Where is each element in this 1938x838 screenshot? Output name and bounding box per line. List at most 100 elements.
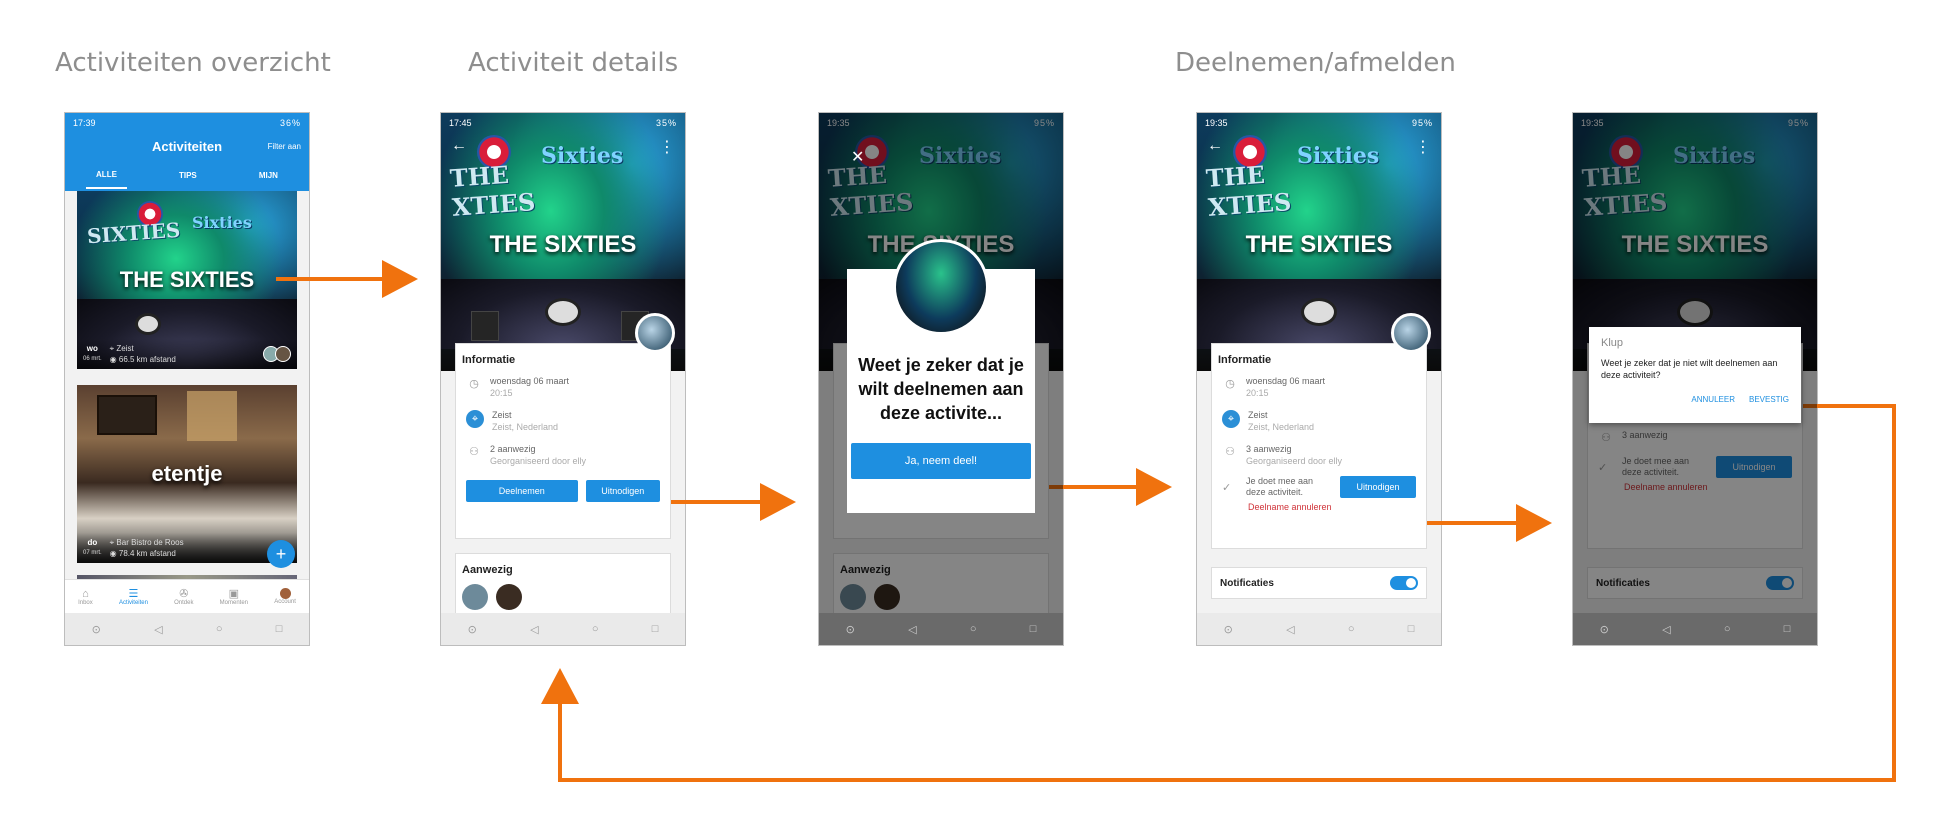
dialog-event-image: [893, 239, 989, 335]
home-circle-icon[interactable]: ○: [216, 623, 223, 635]
invite-button[interactable]: Uitnodigen: [585, 480, 660, 502]
dialog-message: Weet je zeker dat je niet wilt deelnemen…: [1601, 358, 1778, 380]
recents-icon[interactable]: □: [652, 623, 659, 635]
card-meta: wo 06 mrt. ⌖ Zeist ◉ 66.5 km afstand: [77, 339, 297, 369]
add-activity-fab[interactable]: +: [267, 540, 295, 568]
back-icon[interactable]: ◁: [154, 623, 162, 636]
info-place: Zeist: [1248, 410, 1268, 420]
recents-icon[interactable]: □: [1408, 623, 1415, 635]
list-icon: ☰: [128, 588, 139, 600]
invite-button[interactable]: Uitnodigen: [1340, 476, 1416, 498]
join-button[interactable]: Deelnemen: [466, 480, 578, 502]
back-icon[interactable]: ◁: [530, 623, 538, 636]
card-meta: do 07 mrt. ⌖ Bar Bistro de Roos ◉ 78.4 k…: [77, 533, 297, 563]
dialog-confirm-button[interactable]: BEVESTIG: [1749, 395, 1789, 404]
back-icon[interactable]: ◁: [908, 623, 916, 636]
photo-icon: ▣: [228, 588, 240, 600]
appbar-title: Activiteiten: [151, 138, 223, 154]
avatar[interactable]: [462, 584, 488, 610]
discover-icon: ✇: [179, 588, 189, 600]
home-circle-icon[interactable]: ○: [1724, 623, 1731, 635]
recents-icon[interactable]: □: [276, 623, 283, 635]
status-battery: 95%: [1411, 117, 1433, 128]
clock-icon: ◷: [469, 378, 479, 390]
info-date: woensdag 06 maart: [490, 376, 570, 386]
back-icon[interactable]: ◁: [1662, 623, 1670, 636]
card-date: 07 mrt.: [83, 550, 102, 556]
notifications-label: Notificaties: [1220, 577, 1274, 589]
avatar[interactable]: [496, 584, 522, 610]
info-date: woensdag 06 maart: [1246, 376, 1326, 386]
home-circle-icon[interactable]: ○: [1348, 623, 1355, 635]
tab-tips[interactable]: TIPS: [169, 163, 207, 188]
location-pin-icon[interactable]: ⌖: [466, 410, 484, 428]
location-pin-icon[interactable]: ⌖: [1222, 410, 1240, 428]
card-place: Bar Bistro de Roos: [116, 538, 184, 547]
assistant-icon[interactable]: ⊙: [1600, 623, 1609, 636]
people-icon: ⚇: [1225, 446, 1235, 458]
dialog-cancel-button[interactable]: ANNULEER: [1691, 395, 1735, 404]
card-place: Zeist: [116, 344, 134, 353]
organizer-avatar: [1391, 313, 1431, 353]
phone-joined: THE XTIES Sixties THE SIXTIES 19:35 95% ←…: [1196, 112, 1442, 646]
filter-button[interactable]: Filter aan: [268, 142, 301, 151]
info-title: Informatie: [462, 354, 516, 366]
recents-icon[interactable]: □: [1784, 623, 1791, 635]
card-title: THE SIXTIES: [119, 267, 255, 292]
phone-confirm-join: THE XTIES Sixties THE SIXTIES 19:35 95% A…: [818, 112, 1064, 646]
status-bar: 19:35 95%: [1197, 113, 1441, 132]
people-icon: ⚇: [469, 446, 479, 458]
confirm-join-button[interactable]: Ja, neem deel!: [851, 443, 1031, 479]
info-place: Zeist: [492, 410, 512, 420]
info-card: Informatie ◷ woensdag 06 maart 20:15 ⌖ Zeis…: [455, 343, 671, 539]
info-attendees: 2 aanwezig: [490, 444, 536, 454]
phone-overview: 17:39 36% Activiteiten Filter aan ALLE T…: [64, 112, 310, 646]
info-organizer: Georganiseerd door elly: [490, 456, 587, 466]
activity-card-etentje[interactable]: etentje do 07 mrt. ⌖ Bar Bistro de Roos …: [77, 385, 297, 563]
restaurant-image-window: [187, 391, 237, 441]
back-arrow-icon[interactable]: ←: [451, 137, 467, 157]
cancel-participation-link[interactable]: Deelname annuleren: [1212, 502, 1426, 512]
nav-ontdek[interactable]: ✇ Ontdek: [174, 587, 193, 606]
compass-icon: ◉: [109, 355, 117, 364]
activity-card-sixties[interactable]: SIXTIES Sixties THE SIXTIES wo 06 mrt. ⌖…: [77, 191, 297, 369]
heading-details: Activiteit details: [468, 48, 679, 78]
dialog-app-name: Klup: [1601, 337, 1624, 349]
back-arrow-icon[interactable]: ←: [1207, 137, 1223, 157]
card-date: 06 mrt.: [83, 356, 102, 362]
nav-activiteiten[interactable]: ☰ Activiteiten: [119, 587, 148, 606]
check-icon: ✓: [1222, 481, 1232, 494]
recents-icon[interactable]: □: [1030, 623, 1037, 635]
heading-join: Deelnemen/afmelden: [1175, 48, 1456, 78]
tab-mijn[interactable]: MIJN: [249, 163, 288, 188]
info-organizer: Georganiseerd door elly: [1246, 456, 1343, 466]
home-circle-icon[interactable]: ○: [592, 623, 599, 635]
notifications-toggle[interactable]: [1390, 576, 1418, 590]
assistant-icon[interactable]: ⊙: [846, 623, 855, 636]
more-icon[interactable]: ⋮: [1415, 137, 1431, 157]
organizer-avatar: [635, 313, 675, 353]
nav-inbox[interactable]: ⌂ Inbox: [78, 588, 93, 606]
pin-icon: ⌖: [109, 538, 115, 547]
card-title: etentje: [151, 461, 223, 486]
assistant-icon[interactable]: ⊙: [1224, 623, 1233, 636]
back-icon[interactable]: ◁: [1286, 623, 1294, 636]
tab-alle[interactable]: ALLE: [86, 162, 127, 189]
home-circle-icon[interactable]: ○: [970, 623, 977, 635]
leave-dialog: Klup Weet je zeker dat je niet wilt deel…: [1589, 327, 1801, 423]
phone-confirm-leave: THE XTIES Sixties THE SIXTIES 19:35 95% ⚇…: [1572, 112, 1818, 646]
status-time: 17:45: [449, 117, 472, 128]
pin-icon: ⌖: [109, 344, 115, 353]
avatar: [275, 346, 291, 362]
nav-momenten[interactable]: ▣ Momenten: [220, 587, 248, 606]
more-icon[interactable]: ⋮: [659, 137, 675, 157]
assistant-icon[interactable]: ⊙: [468, 623, 477, 636]
present-title: Aanwezig: [462, 564, 513, 576]
info-card: Informatie ◷ woensdag 06 maart 20:15 ⌖ Zeis…: [1211, 343, 1427, 549]
nav-account[interactable]: Account: [274, 588, 296, 605]
info-place-sub: Zeist, Nederland: [492, 422, 559, 432]
phone-details: THE XTIES Sixties THE SIXTIES 17:45 35% ←…: [440, 112, 686, 646]
close-icon[interactable]: ✕: [851, 147, 864, 167]
bottom-nav: ⌂ Inbox ☰ Activiteiten ✇ Ontdek ▣ Momenten A…: [65, 579, 309, 613]
assistant-icon[interactable]: ⊙: [92, 623, 101, 636]
